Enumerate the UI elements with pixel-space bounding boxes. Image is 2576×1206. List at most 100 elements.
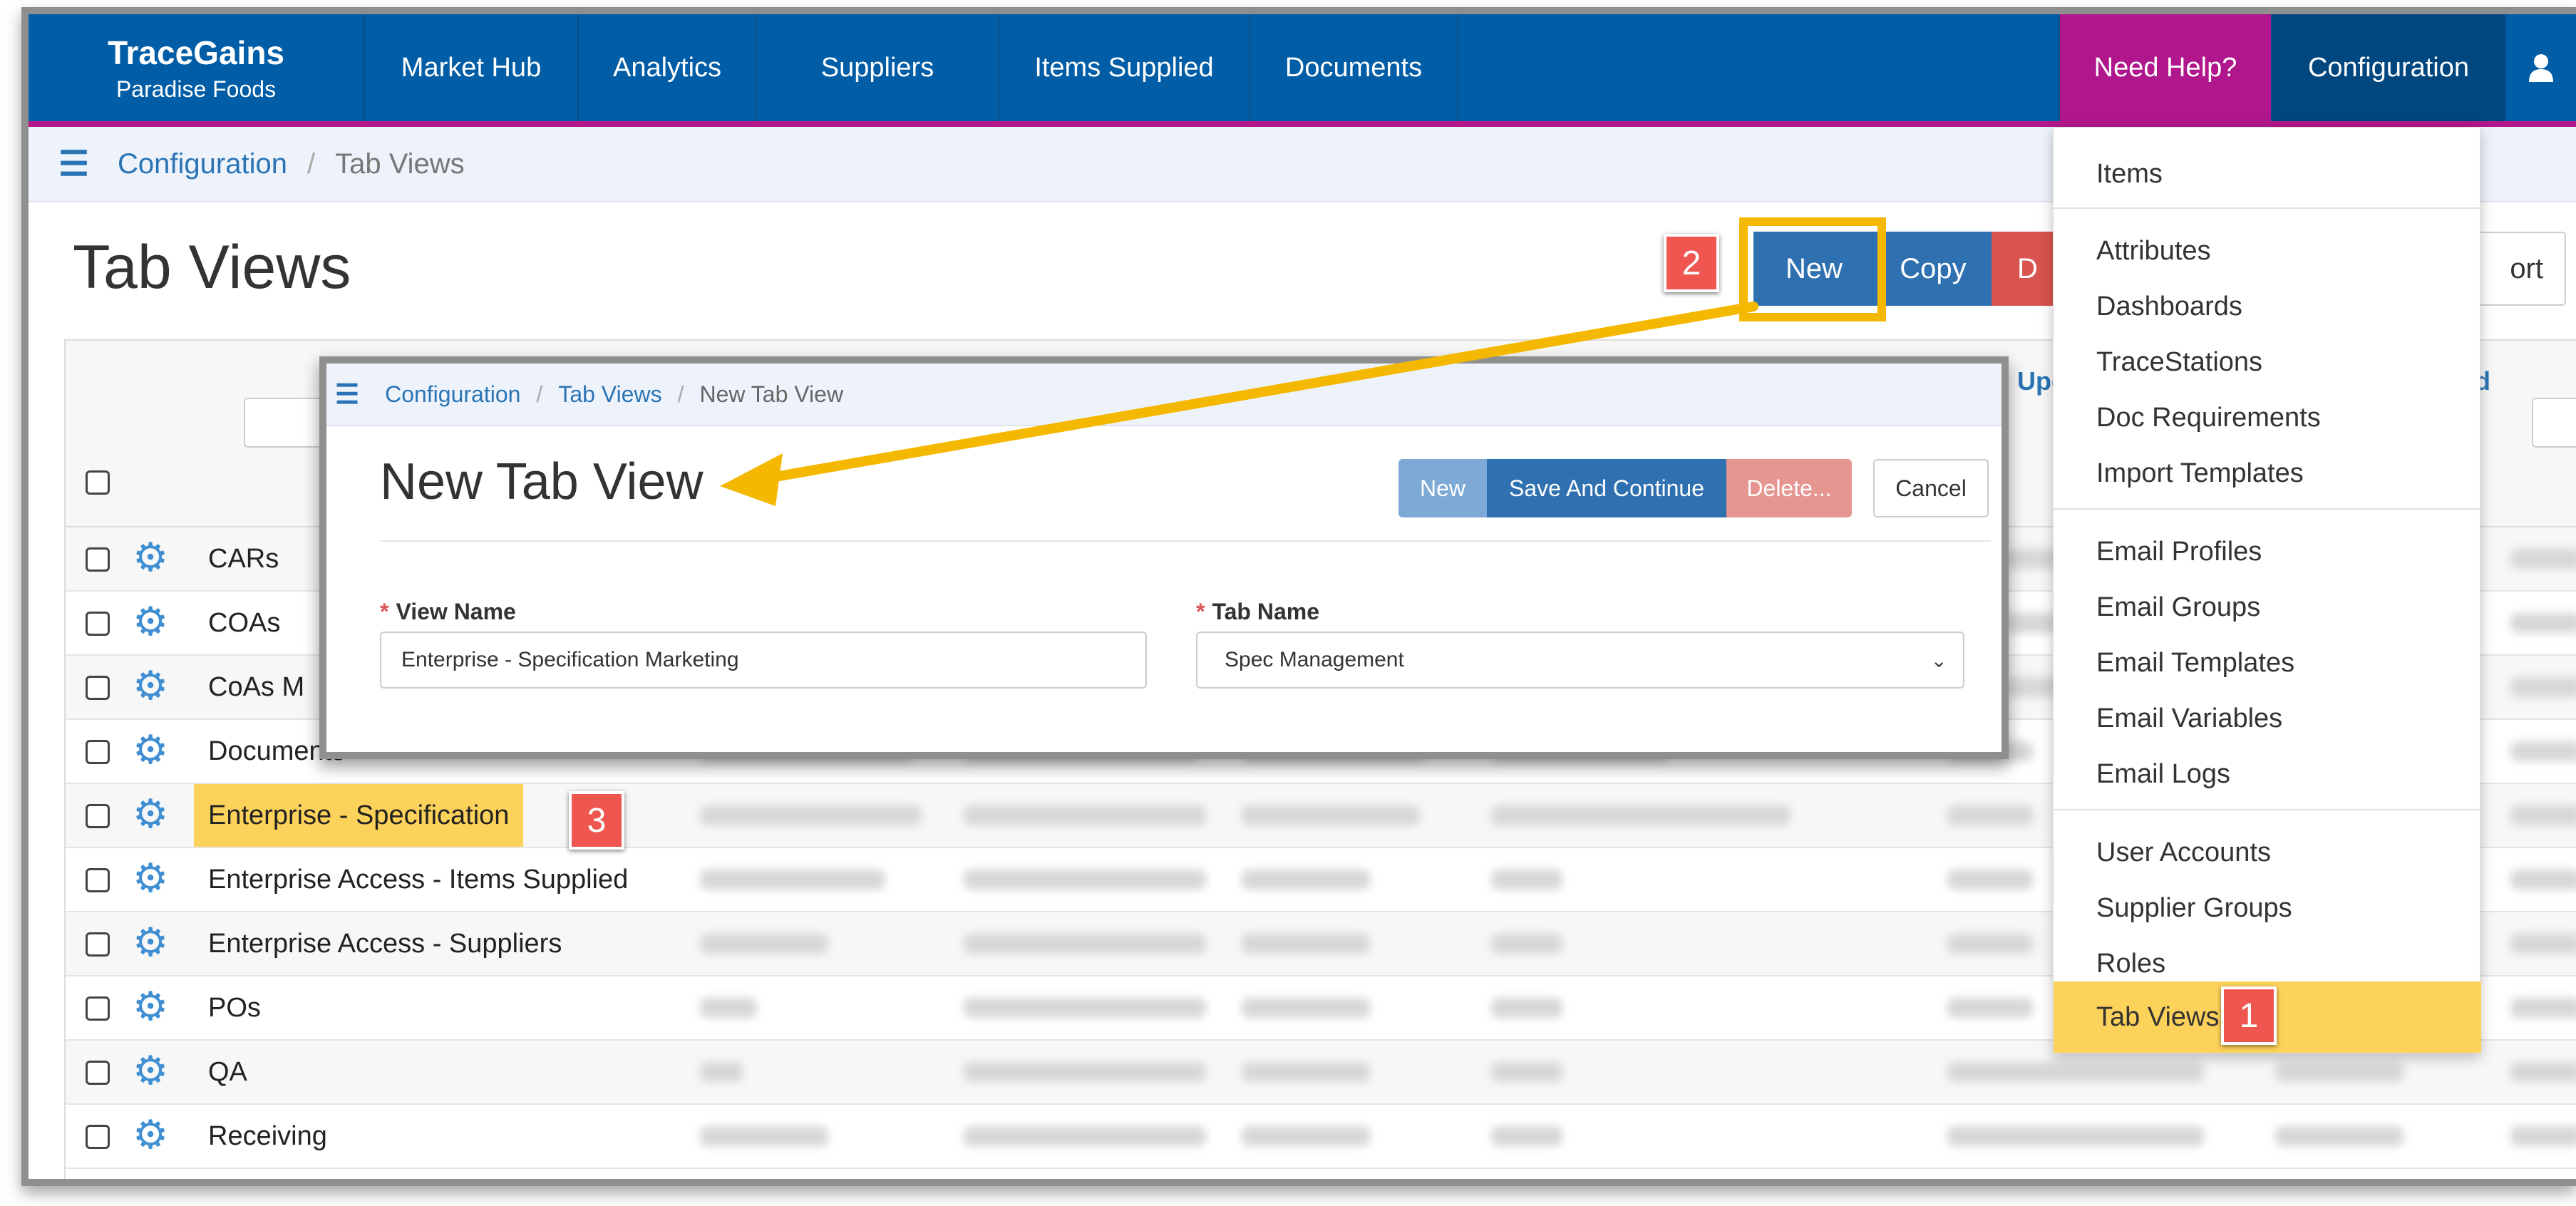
nav-documents[interactable]: Documents (1249, 14, 1457, 121)
dialog-new-button[interactable]: New (1398, 459, 1487, 517)
page-title: Tab Views (73, 233, 351, 302)
dialog-breadcrumb-tab-views[interactable]: Tab Views (558, 381, 661, 408)
screenshot-frame: TraceGains Paradise Foods Market Hub Ana… (21, 7, 2576, 1186)
gear-icon[interactable]: ⚙ (133, 536, 168, 579)
copy-button[interactable]: Copy (1875, 232, 1992, 306)
gear-icon[interactable]: ⚙ (133, 600, 168, 643)
blurred-cell (2510, 870, 2576, 890)
blurred-cell (2510, 549, 2576, 569)
row-name[interactable]: Enterprise Access - Suppliers (194, 912, 576, 975)
column-filter-input-2[interactable] (2532, 398, 2576, 448)
menu-item-user-accounts[interactable]: User Accounts (2054, 825, 2481, 880)
row-name[interactable]: QA (194, 1041, 262, 1103)
blurred-cell (964, 934, 1206, 954)
save-and-continue-button[interactable]: Save And Continue (1487, 459, 1726, 517)
nav-analytics[interactable]: Analytics (577, 14, 756, 121)
tab-name-label: * Tab Name (1196, 599, 1319, 625)
blurred-cell (1491, 998, 1562, 1018)
menu-item-import-templates[interactable]: Import Templates (2054, 445, 2481, 501)
menu-item-items[interactable]: Items (2054, 146, 2481, 202)
row-checkbox[interactable] (86, 804, 110, 828)
tab-name-select[interactable]: Spec Management ⌄ (1196, 632, 1964, 689)
dialog-button-group: New Save And Continue Delete... (1398, 459, 1852, 517)
blurred-cell (700, 805, 921, 825)
gear-icon[interactable]: ⚙ (133, 921, 168, 964)
blurred-cell (700, 870, 885, 890)
new-tab-view-dialog: ☰ Configuration / Tab Views / New Tab Vi… (319, 356, 2009, 759)
row-name[interactable]: CoAs M (194, 656, 319, 718)
brand-logo[interactable]: TraceGains Paradise Foods (29, 14, 364, 121)
select-all-checkbox[interactable] (86, 470, 110, 495)
blurred-cell (2275, 1062, 2404, 1082)
table-row[interactable]: ⚙ Receiving (66, 1105, 2576, 1169)
nav-configuration[interactable]: Configuration (2271, 14, 2505, 121)
gear-icon[interactable]: ⚙ (133, 857, 168, 900)
dialog-breadcrumb-configuration[interactable]: Configuration (385, 381, 520, 408)
menu-item-supplier-groups[interactable]: Supplier Groups (2054, 880, 2481, 936)
blurred-cell (700, 1062, 743, 1082)
row-name[interactable]: Enterprise Access - Items Supplied (194, 848, 642, 911)
row-checkbox[interactable] (86, 932, 110, 957)
nav-spacer (1457, 14, 2059, 121)
gear-icon[interactable]: ⚙ (133, 1113, 168, 1156)
row-name[interactable]: POs (194, 976, 275, 1039)
blurred-cell (1491, 1126, 1562, 1146)
required-marker: * (1196, 599, 1205, 624)
menu-item-tracestations[interactable]: TraceStations (2054, 334, 2481, 390)
blurred-cell (1491, 870, 1562, 890)
row-name-highlighted[interactable]: Enterprise - Specification (194, 784, 524, 847)
step-2-badge: 2 (1664, 234, 1719, 292)
breadcrumb-separator: / (306, 148, 316, 180)
view-name-input[interactable]: Enterprise - Specification Marketing (380, 632, 1147, 689)
nav-market-hub[interactable]: Market Hub (364, 14, 577, 121)
new-button-highlight (1739, 217, 1886, 321)
blurred-cell (2510, 998, 2576, 1018)
hamburger-menu-icon[interactable]: ☰ (335, 378, 359, 411)
required-marker: * (380, 599, 389, 624)
menu-item-email-profiles[interactable]: Email Profiles (2054, 524, 2481, 579)
gear-icon[interactable]: ⚙ (133, 664, 168, 707)
row-name[interactable]: Receiving (194, 1105, 341, 1168)
menu-item-attributes[interactable]: Attributes (2054, 223, 2481, 279)
breadcrumb-separator: / (677, 381, 684, 407)
step-1-badge: 1 (2221, 986, 2277, 1045)
menu-divider (2054, 508, 2481, 510)
cancel-button[interactable]: Cancel (1873, 459, 1989, 517)
breadcrumb-configuration[interactable]: Configuration (118, 148, 287, 180)
menu-item-email-groups[interactable]: Email Groups (2054, 579, 2481, 635)
gear-icon[interactable]: ⚙ (133, 985, 168, 1028)
row-checkbox[interactable] (86, 612, 110, 636)
blurred-cell (700, 998, 757, 1018)
dialog-delete-button[interactable]: Delete... (1726, 459, 1852, 517)
menu-item-doc-requirements[interactable]: Doc Requirements (2054, 390, 2481, 445)
menu-item-email-variables[interactable]: Email Variables (2054, 691, 2481, 746)
row-checkbox[interactable] (86, 868, 110, 892)
nav-suppliers[interactable]: Suppliers (756, 14, 998, 121)
row-checkbox[interactable] (86, 1061, 110, 1085)
menu-item-email-logs[interactable]: Email Logs (2054, 746, 2481, 802)
row-checkbox[interactable] (86, 547, 110, 572)
gear-icon[interactable]: ⚙ (133, 728, 168, 771)
menu-item-email-templates[interactable]: Email Templates (2054, 635, 2481, 691)
user-icon (2529, 54, 2553, 82)
blurred-cell (964, 998, 1206, 1018)
top-navigation: TraceGains Paradise Foods Market Hub Ana… (29, 14, 2576, 127)
row-checkbox[interactable] (86, 740, 110, 764)
blurred-cell (1491, 1062, 1562, 1082)
user-menu-button[interactable] (2505, 14, 2576, 121)
blurred-cell (1242, 1062, 1370, 1082)
blurred-cell (2510, 934, 2576, 954)
nav-items-supplied[interactable]: Items Supplied (998, 14, 1249, 121)
gear-icon[interactable]: ⚙ (133, 1049, 168, 1092)
hamburger-menu-icon[interactable]: ☰ (58, 144, 89, 184)
gear-icon[interactable]: ⚙ (133, 793, 168, 835)
menu-item-dashboards[interactable]: Dashboards (2054, 279, 2481, 334)
nav-need-help[interactable]: Need Help? (2059, 14, 2271, 121)
row-checkbox[interactable] (86, 676, 110, 700)
row-name[interactable]: COAs (194, 592, 294, 654)
row-name[interactable]: CARs (194, 527, 293, 590)
row-checkbox[interactable] (86, 996, 110, 1021)
blurred-cell (2510, 1062, 2576, 1082)
blurred-cell (1947, 1062, 2204, 1082)
row-checkbox[interactable] (86, 1125, 110, 1149)
